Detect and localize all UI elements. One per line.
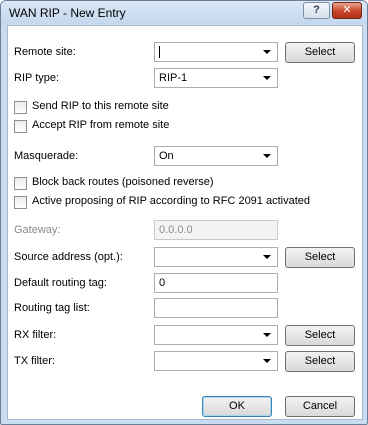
default-routing-tag-input[interactable]: 0 (154, 273, 278, 293)
rx-filter-combobox[interactable] (154, 325, 278, 345)
remote-site-combobox[interactable] (154, 42, 278, 62)
chevron-down-icon (263, 359, 271, 363)
help-button[interactable]: ? (303, 2, 330, 19)
rip-type-select[interactable]: RIP-1 (154, 68, 278, 88)
checkbox-box[interactable] (14, 120, 27, 133)
rip-type-label: RIP type: (14, 72, 60, 84)
block-back-routes-label: Block back routes (poisoned reverse) (32, 176, 214, 188)
gateway-input: 0.0.0.0 (154, 220, 278, 240)
window-title: WAN RIP - New Entry (9, 6, 126, 20)
send-rip-label: Send RIP to this remote site (32, 100, 169, 112)
source-address-label: Source address (opt.): (14, 251, 123, 263)
accept-rip-label: Accept RIP from remote site (32, 119, 170, 131)
masquerade-select[interactable]: On (154, 146, 278, 166)
remote-site-label: Remote site: (14, 46, 76, 58)
close-icon: ✕ (342, 4, 352, 16)
chevron-down-icon (263, 50, 271, 54)
source-address-combobox[interactable] (154, 247, 278, 267)
checkbox-box[interactable] (14, 196, 27, 209)
chevron-down-icon (263, 154, 271, 158)
active-proposing-label: Active proposing of RIP according to RFC… (32, 195, 311, 207)
title-bar[interactable]: WAN RIP - New Entry ? ✕ (1, 1, 367, 24)
chevron-down-icon (263, 333, 271, 337)
rx-filter-select-button[interactable]: Select (285, 325, 355, 346)
chevron-down-icon (263, 76, 271, 80)
source-address-select-button[interactable]: Select (285, 247, 355, 268)
text-caret (159, 46, 160, 59)
routing-tag-list-label: Routing tag list: (14, 302, 90, 314)
tx-filter-select-button[interactable]: Select (285, 351, 355, 372)
dialog-window: WAN RIP - New Entry ? ✕ Remote site: Sel… (0, 0, 368, 425)
checkbox-box[interactable] (14, 101, 27, 114)
checkbox-box[interactable] (14, 177, 27, 190)
cancel-button[interactable]: Cancel (285, 396, 355, 417)
chevron-down-icon (263, 255, 271, 259)
masquerade-label: Masquerade: (14, 150, 79, 162)
gateway-label: Gateway: (14, 224, 61, 236)
routing-tag-list-input[interactable] (154, 298, 278, 318)
dialog-body: Remote site: Select RIP type: RIP-1 Send… (7, 25, 363, 420)
tx-filter-label: TX filter: (14, 355, 55, 367)
remote-site-select-button[interactable]: Select (285, 42, 355, 63)
tx-filter-combobox[interactable] (154, 351, 278, 371)
ok-button[interactable]: OK (202, 396, 272, 417)
close-button[interactable]: ✕ (332, 2, 362, 19)
default-routing-tag-label: Default routing tag: (14, 277, 107, 289)
rx-filter-label: RX filter: (14, 329, 57, 341)
